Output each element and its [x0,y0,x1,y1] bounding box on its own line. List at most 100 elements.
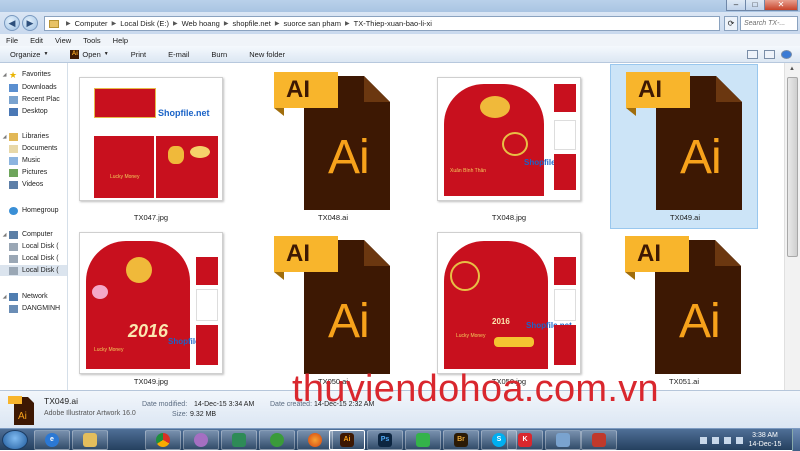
taskbar-ccleaner[interactable] [259,430,295,450]
drive-icon [9,254,18,263]
close-button[interactable]: ✕ [764,0,798,11]
ai-logo-label: Ai [680,131,722,184]
taskbar-photoshop[interactable]: Ps [367,430,403,450]
help-icon[interactable] [781,50,792,59]
nav-local-disk-d[interactable]: Local Disk ( [0,253,67,264]
vertical-scrollbar[interactable]: ▲ [784,63,800,390]
taskbar-bridge[interactable]: Br [443,430,479,450]
star-icon: ★ [9,69,18,80]
taskbar-ie[interactable]: e [34,430,70,450]
nav-label: Local Disk ( [22,267,59,274]
taskbar-app[interactable] [221,430,257,450]
start-button[interactable] [2,430,28,450]
burn-button[interactable]: Burn [211,50,227,59]
ccleaner-icon [270,433,284,447]
file-tile[interactable]: Shopfile.net Lucky Money TX047.jpg [77,65,225,230]
file-tile[interactable]: 2016 Lucky Money Shopfile.net TX050.jpg [435,229,583,390]
network-icon[interactable] [712,436,719,444]
taskbar-firefox[interactable] [297,430,333,450]
details-file-name: TX049.ai [44,396,79,406]
breadcrumb-suorce[interactable]: suorce san pham [283,19,341,28]
file-tile-selected[interactable]: AI Ai TX049.ai [610,64,758,229]
size-value: 9.32 MB [190,411,217,418]
nav-pictures[interactable]: Pictures [0,167,67,178]
nav-homegroup[interactable]: Homegroup [0,205,67,216]
nav-local-disk-c[interactable]: Local Disk ( [0,241,67,252]
taskbar-kingsoft[interactable]: K [507,430,543,450]
photoshop-icon: Ps [378,433,392,447]
nav-network[interactable]: ◢ Network [0,291,67,302]
file-tile[interactable]: AI Ai TX051.ai [610,229,758,390]
breadcrumb-web-hoang[interactable]: Web hoang [182,19,220,28]
downloads-icon [9,83,18,92]
address-bar[interactable]: ▶ Computer ▶ Local Disk (E:) ▶ Web hoang… [44,16,720,31]
nav-computer[interactable]: ◢ Computer [0,229,67,240]
system-clock[interactable]: 3:38 AM 14-Dec-15 [740,431,790,449]
file-tile[interactable]: 2016 Lucky Money Shopfile.net TX049.jpg [77,229,225,390]
taskbar-game[interactable] [581,430,617,450]
file-tile[interactable]: Xuân Bính Thân Shopfile.net TX048.jpg [435,65,583,230]
nav-desktop[interactable]: Desktop [0,106,67,117]
tray-arrow-icon[interactable] [700,436,707,444]
nav-favorites[interactable]: ◢ ★ Favorites [0,69,67,80]
nav-music[interactable]: Music [0,155,67,166]
menu-tools[interactable]: Tools [83,36,101,45]
taskbar-illustrator[interactable]: Ai [329,430,365,450]
size-label: Size: [172,411,188,418]
recent-places-icon [9,95,18,104]
organize-button[interactable]: Organize ▼ [10,50,48,59]
taskbar: e Ai Ps Br S K 3:38 AM 14-Dec-15 [0,428,800,451]
preview-pane-icon[interactable] [764,50,775,59]
volume-icon[interactable] [724,436,731,444]
breadcrumb-current-folder[interactable]: TX-Thiep-xuan-bao-li-xi [354,19,432,28]
chevron-down-icon: ▼ [43,51,49,57]
documents-icon [9,144,18,153]
thumb-card-text: Xuân Bính Thân [450,168,487,174]
file-tile[interactable]: AI Ai TX050.ai [259,229,407,390]
menu-file[interactable]: File [6,36,18,45]
taskbar-dreamweaver[interactable] [405,430,441,450]
nav-local-disk-e[interactable]: Local Disk ( [0,265,67,276]
forward-button[interactable]: ▶ [22,15,38,31]
back-button[interactable]: ◀ [4,15,20,31]
thumbnail-image: Shopfile.net Lucky Money [79,77,223,201]
refresh-icon[interactable]: ⟳ [724,16,738,31]
menu-view[interactable]: View [55,36,71,45]
email-button[interactable]: E-mail [168,50,189,59]
show-desktop-button[interactable] [792,429,800,451]
pidgin-icon [194,433,208,447]
taskbar-blank[interactable] [110,430,146,450]
taskbar-pidgin[interactable] [183,430,219,450]
nav-documents[interactable]: Documents [0,143,67,154]
file-name: TX047.jpg [133,213,169,222]
bridge-icon: Br [454,433,468,447]
nav-label: Network [22,293,48,300]
nav-recent-places[interactable]: Recent Plac [0,94,67,105]
file-tile[interactable]: AI Ai TX048.ai [259,65,407,230]
search-input[interactable]: Search TX-... [740,16,798,31]
change-view-icon[interactable] [747,50,758,59]
open-button[interactable]: Ai Open ▼ [70,49,109,59]
nav-dangminh[interactable]: DANGMINH [0,303,67,314]
new-folder-button[interactable]: New folder [249,50,285,59]
taskbar-monitor[interactable] [545,430,581,450]
breadcrumb-local-disk[interactable]: Local Disk (E:) [120,19,169,28]
nav-downloads[interactable]: Downloads [0,82,67,93]
scrollbar-thumb[interactable] [787,77,798,257]
nav-libraries[interactable]: ◢ Libraries [0,131,67,142]
menu-edit[interactable]: Edit [30,36,43,45]
maximize-button[interactable]: □ [745,0,765,11]
nav-label: Desktop [22,108,48,115]
nav-videos[interactable]: Videos [0,179,67,190]
taskbar-explorer[interactable] [72,430,108,450]
thumb-card-text: Lucky Money [110,174,140,180]
menu-help[interactable]: Help [113,36,128,45]
scroll-up-icon[interactable]: ▲ [785,63,799,76]
minimize-button[interactable]: – [726,0,746,11]
address-row: ◀ ▶ ▶ Computer ▶ Local Disk (E:) ▶ Web h… [0,12,800,34]
breadcrumb-shopfile[interactable]: shopfile.net [232,19,270,28]
print-button[interactable]: Print [131,50,146,59]
taskbar-chrome[interactable] [145,430,181,450]
ai-badge-label: AI [638,76,662,103]
breadcrumb-computer[interactable]: Computer [75,19,108,28]
